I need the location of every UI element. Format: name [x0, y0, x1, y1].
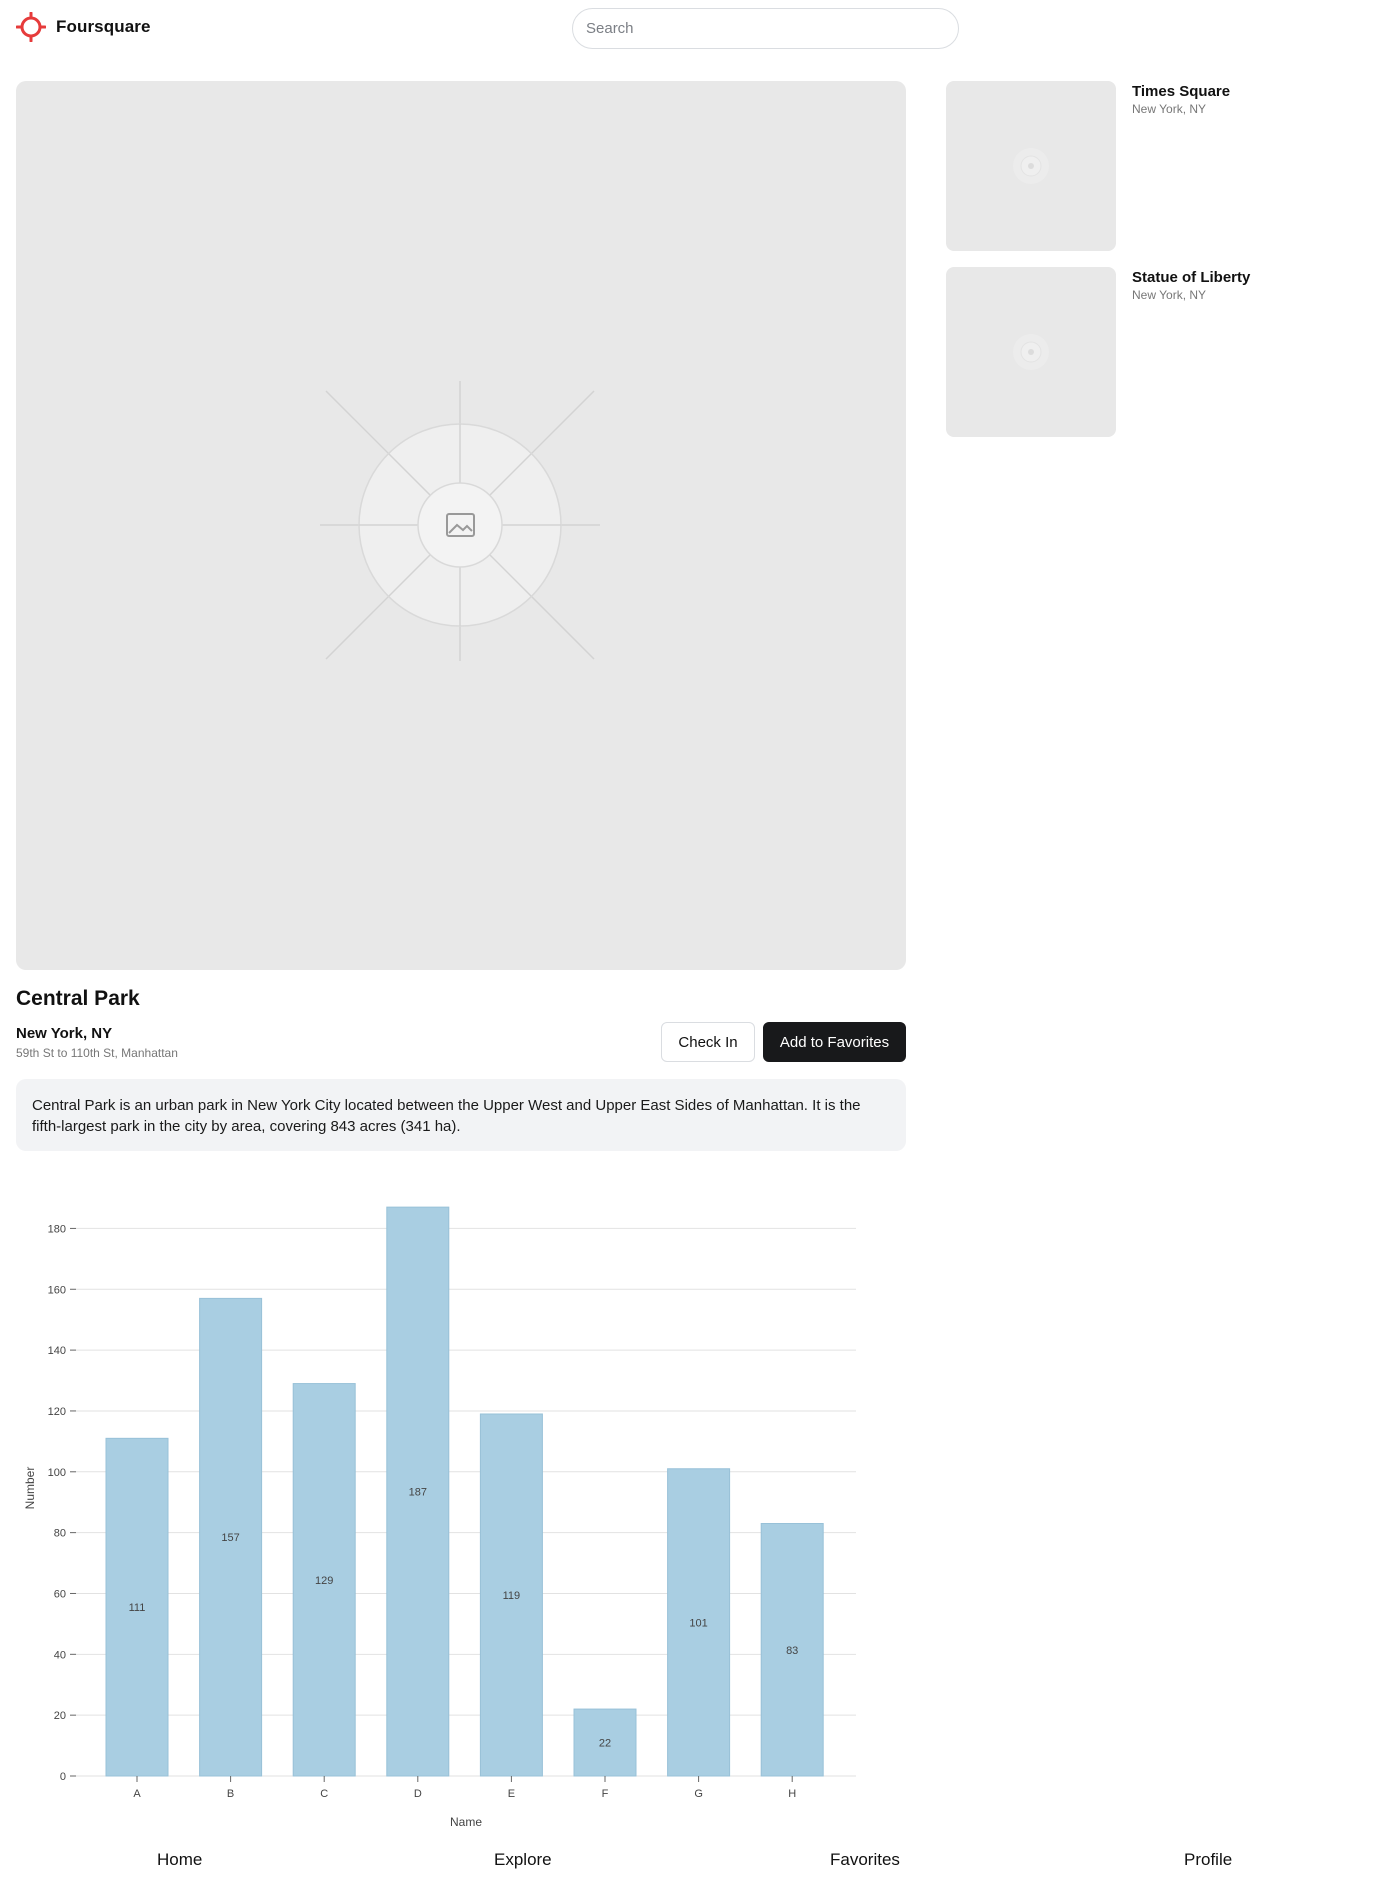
search-input[interactable] — [572, 8, 959, 49]
nav-item-profile[interactable]: Profile — [1184, 1850, 1232, 1870]
image-placeholder-icon — [1013, 148, 1049, 184]
chart-data-label: 83 — [786, 1645, 798, 1657]
location-target-icon — [16, 12, 46, 42]
chart-y-tick-label: 180 — [48, 1223, 66, 1235]
related-place-location: New York, NY — [1132, 102, 1207, 116]
place-city: New York, NY — [16, 1025, 113, 1042]
chart-x-tick-label: A — [133, 1788, 141, 1800]
chart-y-tick-label: 140 — [48, 1345, 66, 1357]
chart-y-axis-label: Number — [23, 1467, 37, 1510]
brand-name: Foursquare — [56, 17, 151, 36]
chart-x-tick-label: D — [414, 1788, 422, 1800]
add-to-favorites-button[interactable]: Add to Favorites — [763, 1022, 906, 1062]
image-placeholder-icon — [320, 381, 600, 661]
chart-data-label: 119 — [503, 1590, 521, 1602]
chart-x-tick-label: C — [320, 1788, 328, 1800]
nav-item-favorites[interactable]: Favorites — [830, 1850, 900, 1870]
chart-data-label: 129 — [315, 1575, 333, 1587]
chart-x-tick-label: E — [508, 1788, 515, 1800]
place-title: Central Park — [16, 987, 140, 1010]
related-place-card[interactable]: Times Square New York, NY — [946, 81, 1376, 251]
brand-logo[interactable]: Foursquare — [16, 12, 151, 42]
nav-item-explore[interactable]: Explore — [494, 1850, 552, 1870]
related-place-image — [946, 267, 1116, 437]
chart-data-label: 157 — [221, 1532, 239, 1544]
chart-y-tick-label: 0 — [60, 1771, 66, 1783]
place-hero-image — [16, 81, 906, 970]
chart-y-tick-label: 120 — [48, 1406, 66, 1418]
check-in-button[interactable]: Check In — [661, 1022, 755, 1062]
top-bar: Foursquare — [0, 0, 1376, 57]
chart-y-tick-label: 160 — [48, 1284, 66, 1296]
place-address: 59th St to 110th St, Manhattan — [16, 1046, 178, 1060]
nav-item-home[interactable]: Home — [157, 1850, 202, 1870]
chart-data-label: 101 — [689, 1617, 707, 1629]
chart-bars: 111 157 129 187 119 22 101 83 — [105, 1206, 824, 1777]
chart-y-tick-label: 40 — [54, 1649, 66, 1661]
chart-data-label: 111 — [129, 1602, 146, 1614]
chart-x-tick-label: G — [694, 1788, 703, 1800]
place-description: Central Park is an urban park in New Yor… — [16, 1079, 906, 1151]
chart-grid — [76, 1227, 856, 1777]
related-place-name[interactable]: Times Square — [1132, 83, 1230, 100]
related-place-location: New York, NY — [1132, 288, 1207, 302]
chart-data-label: 187 — [409, 1487, 427, 1499]
chart-y-tick-label: 60 — [54, 1588, 66, 1600]
related-place-name[interactable]: Statue of Liberty — [1132, 269, 1250, 286]
related-place-card[interactable]: Statue of Liberty New York, NY — [946, 267, 1376, 437]
chart-x-tick-label: B — [227, 1788, 234, 1800]
chart-x-tick-label: H — [788, 1788, 796, 1800]
chart-data-label: 22 — [599, 1738, 611, 1750]
chart-x-axis-label: Name — [450, 1815, 482, 1829]
bar-chart: 111 157 129 187 119 22 101 83 0 20 40 60 80 100 120 14… — [23, 1206, 856, 1829]
chart-y-tick-label: 80 — [54, 1528, 66, 1540]
image-placeholder-icon — [1013, 334, 1049, 370]
chart-y-tick-label: 20 — [54, 1710, 66, 1722]
chart-y-tick-label: 100 — [48, 1467, 66, 1479]
related-place-image — [946, 81, 1116, 251]
bottom-navigation: Home Explore Favorites Profile — [0, 1842, 1376, 1886]
chart-x-tick-label: F — [602, 1788, 609, 1800]
